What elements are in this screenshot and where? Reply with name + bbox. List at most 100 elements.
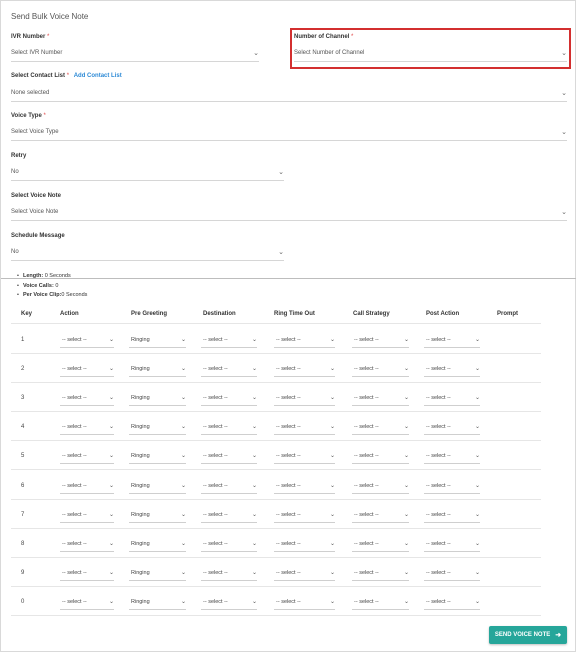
pre-greeting-select[interactable]: Ringing ⌄ bbox=[129, 334, 186, 348]
pre-greeting-select[interactable]: Ringing ⌄ bbox=[129, 363, 186, 378]
action-select[interactable]: -- select -- ⌄ bbox=[60, 480, 114, 494]
post-action-value: -- select -- bbox=[426, 395, 451, 402]
chevron-down-icon: ⌄ bbox=[474, 424, 480, 431]
chevron-down-icon: ⌄ bbox=[180, 482, 186, 489]
action-select[interactable]: -- select -- ⌄ bbox=[60, 538, 114, 552]
pre-greeting-select[interactable]: Ringing ⌄ bbox=[129, 538, 186, 552]
call-strategy-select[interactable]: -- select -- ⌄ bbox=[352, 509, 409, 523]
chevron-down-icon: ⌄ bbox=[403, 366, 409, 373]
destination-select[interactable]: -- select -- ⌄ bbox=[201, 596, 257, 610]
action-select[interactable]: -- select -- ⌄ bbox=[60, 450, 114, 465]
pre-greeting-select[interactable]: Ringing ⌄ bbox=[129, 567, 186, 581]
key-cell: 6 bbox=[21, 482, 25, 489]
call-strategy-select[interactable]: -- select -- ⌄ bbox=[352, 392, 409, 407]
add-contact-list-link[interactable]: Add Contact List bbox=[74, 73, 122, 79]
destination-select[interactable]: -- select -- ⌄ bbox=[201, 480, 257, 494]
destination-select[interactable]: -- select -- ⌄ bbox=[201, 334, 257, 348]
ring-timeout-value: -- select -- bbox=[276, 337, 301, 343]
call-strategy-value: -- select -- bbox=[354, 424, 379, 431]
retry-select[interactable]: No ⌄ bbox=[11, 165, 284, 181]
post-action-select[interactable]: -- select -- ⌄ bbox=[424, 363, 480, 378]
post-action-value: -- select -- bbox=[426, 598, 451, 605]
pre-greeting-value: Ringing bbox=[131, 540, 150, 547]
ivr-number-select[interactable]: Select IVR Number ⌄ bbox=[11, 46, 259, 62]
call-strategy-select[interactable]: -- select -- ⌄ bbox=[352, 363, 409, 378]
action-select[interactable]: -- select -- ⌄ bbox=[60, 567, 114, 581]
retry-value: No bbox=[11, 169, 19, 175]
ring-timeout-select[interactable]: -- select -- ⌄ bbox=[274, 334, 335, 348]
schedule-message-select[interactable]: No ⌄ bbox=[11, 245, 284, 261]
chevron-down-icon: ⌄ bbox=[403, 511, 409, 518]
voice-note-select[interactable]: Select Voice Note ⌄ bbox=[11, 205, 567, 221]
chevron-down-icon: ⌄ bbox=[108, 453, 114, 460]
post-action-select[interactable]: -- select -- ⌄ bbox=[424, 392, 480, 407]
action-select[interactable]: -- select -- ⌄ bbox=[60, 509, 114, 523]
chevron-down-icon: ⌄ bbox=[403, 453, 409, 460]
call-strategy-value: -- select -- bbox=[354, 366, 379, 373]
post-action-select[interactable]: -- select -- ⌄ bbox=[424, 450, 480, 465]
call-strategy-select[interactable]: -- select -- ⌄ bbox=[352, 596, 409, 610]
pre-greeting-select[interactable]: Ringing ⌄ bbox=[129, 392, 186, 407]
pre-greeting-select[interactable]: Ringing ⌄ bbox=[129, 596, 186, 610]
number-of-channel-select[interactable]: Select Number of Channel ⌄ bbox=[294, 46, 567, 62]
action-select[interactable]: -- select -- ⌄ bbox=[60, 334, 114, 348]
call-strategy-select[interactable]: -- select -- ⌄ bbox=[352, 538, 409, 552]
call-strategy-value: -- select -- bbox=[354, 453, 379, 460]
post-action-select[interactable]: -- select -- ⌄ bbox=[424, 509, 480, 523]
call-strategy-select[interactable]: -- select -- ⌄ bbox=[352, 480, 409, 494]
action-select[interactable]: -- select -- ⌄ bbox=[60, 596, 114, 610]
post-action-select[interactable]: -- select -- ⌄ bbox=[424, 596, 480, 610]
required-marker: * bbox=[47, 34, 50, 40]
action-select[interactable]: -- select -- ⌄ bbox=[60, 392, 114, 407]
destination-select[interactable]: -- select -- ⌄ bbox=[201, 363, 257, 378]
chevron-down-icon: ⌄ bbox=[251, 482, 257, 489]
destination-select[interactable]: -- select -- ⌄ bbox=[201, 450, 257, 465]
post-action-select[interactable]: -- select -- ⌄ bbox=[424, 421, 480, 436]
send-voice-note-button[interactable]: SEND VOICE NOTE ➜ bbox=[489, 626, 567, 644]
post-action-select[interactable]: -- select -- ⌄ bbox=[424, 538, 480, 552]
column-header-pre-greeting: Pre Greeting bbox=[131, 311, 168, 317]
destination-select[interactable]: -- select -- ⌄ bbox=[201, 392, 257, 407]
ring-timeout-select[interactable]: -- select -- ⌄ bbox=[274, 509, 335, 523]
destination-value: -- select -- bbox=[203, 424, 228, 431]
chevron-down-icon: ⌄ bbox=[403, 337, 409, 343]
call-strategy-select[interactable]: -- select -- ⌄ bbox=[352, 450, 409, 465]
chevron-down-icon: ⌄ bbox=[108, 598, 114, 605]
destination-select[interactable]: -- select -- ⌄ bbox=[201, 538, 257, 552]
pre-greeting-select[interactable]: Ringing ⌄ bbox=[129, 509, 186, 523]
key-cell: 0 bbox=[21, 598, 25, 605]
post-action-select[interactable]: -- select -- ⌄ bbox=[424, 567, 480, 581]
destination-select[interactable]: -- select -- ⌄ bbox=[201, 509, 257, 523]
action-select[interactable]: -- select -- ⌄ bbox=[60, 363, 114, 378]
key-cell: 8 bbox=[21, 540, 25, 547]
destination-select[interactable]: -- select -- ⌄ bbox=[201, 567, 257, 581]
ring-timeout-select[interactable]: -- select -- ⌄ bbox=[274, 421, 335, 436]
retry-label: Retry bbox=[11, 153, 26, 159]
contact-list-select[interactable]: None selected ⌄ bbox=[11, 86, 567, 102]
ring-timeout-select[interactable]: -- select -- ⌄ bbox=[274, 363, 335, 378]
pre-greeting-select[interactable]: Ringing ⌄ bbox=[129, 421, 186, 436]
voice-type-select[interactable]: Select Voice Type ⌄ bbox=[11, 125, 567, 141]
chevron-down-icon: ⌄ bbox=[329, 424, 335, 431]
action-select[interactable]: -- select -- ⌄ bbox=[60, 421, 114, 436]
pre-greeting-select[interactable]: Ringing ⌄ bbox=[129, 450, 186, 465]
ring-timeout-select[interactable]: -- select -- ⌄ bbox=[274, 480, 335, 494]
ring-timeout-select[interactable]: -- select -- ⌄ bbox=[274, 567, 335, 581]
ring-timeout-value: -- select -- bbox=[276, 453, 301, 460]
call-strategy-value: -- select -- bbox=[354, 511, 379, 518]
call-strategy-select[interactable]: -- select -- ⌄ bbox=[352, 567, 409, 581]
ring-timeout-select[interactable]: -- select -- ⌄ bbox=[274, 596, 335, 610]
ring-timeout-select[interactable]: -- select -- ⌄ bbox=[274, 538, 335, 552]
post-action-select[interactable]: -- select -- ⌄ bbox=[424, 480, 480, 494]
destination-select[interactable]: -- select -- ⌄ bbox=[201, 421, 257, 436]
table-divider bbox=[11, 411, 541, 413]
ring-timeout-select[interactable]: -- select -- ⌄ bbox=[274, 392, 335, 407]
ring-timeout-select[interactable]: -- select -- ⌄ bbox=[274, 450, 335, 465]
pre-greeting-select[interactable]: Ringing ⌄ bbox=[129, 480, 186, 494]
chevron-down-icon: ⌄ bbox=[253, 50, 259, 57]
table-divider bbox=[11, 614, 541, 616]
call-strategy-select[interactable]: -- select -- ⌄ bbox=[352, 334, 409, 348]
post-action-select[interactable]: -- select -- ⌄ bbox=[424, 334, 480, 348]
call-strategy-select[interactable]: -- select -- ⌄ bbox=[352, 421, 409, 436]
destination-value: -- select -- bbox=[203, 453, 228, 460]
